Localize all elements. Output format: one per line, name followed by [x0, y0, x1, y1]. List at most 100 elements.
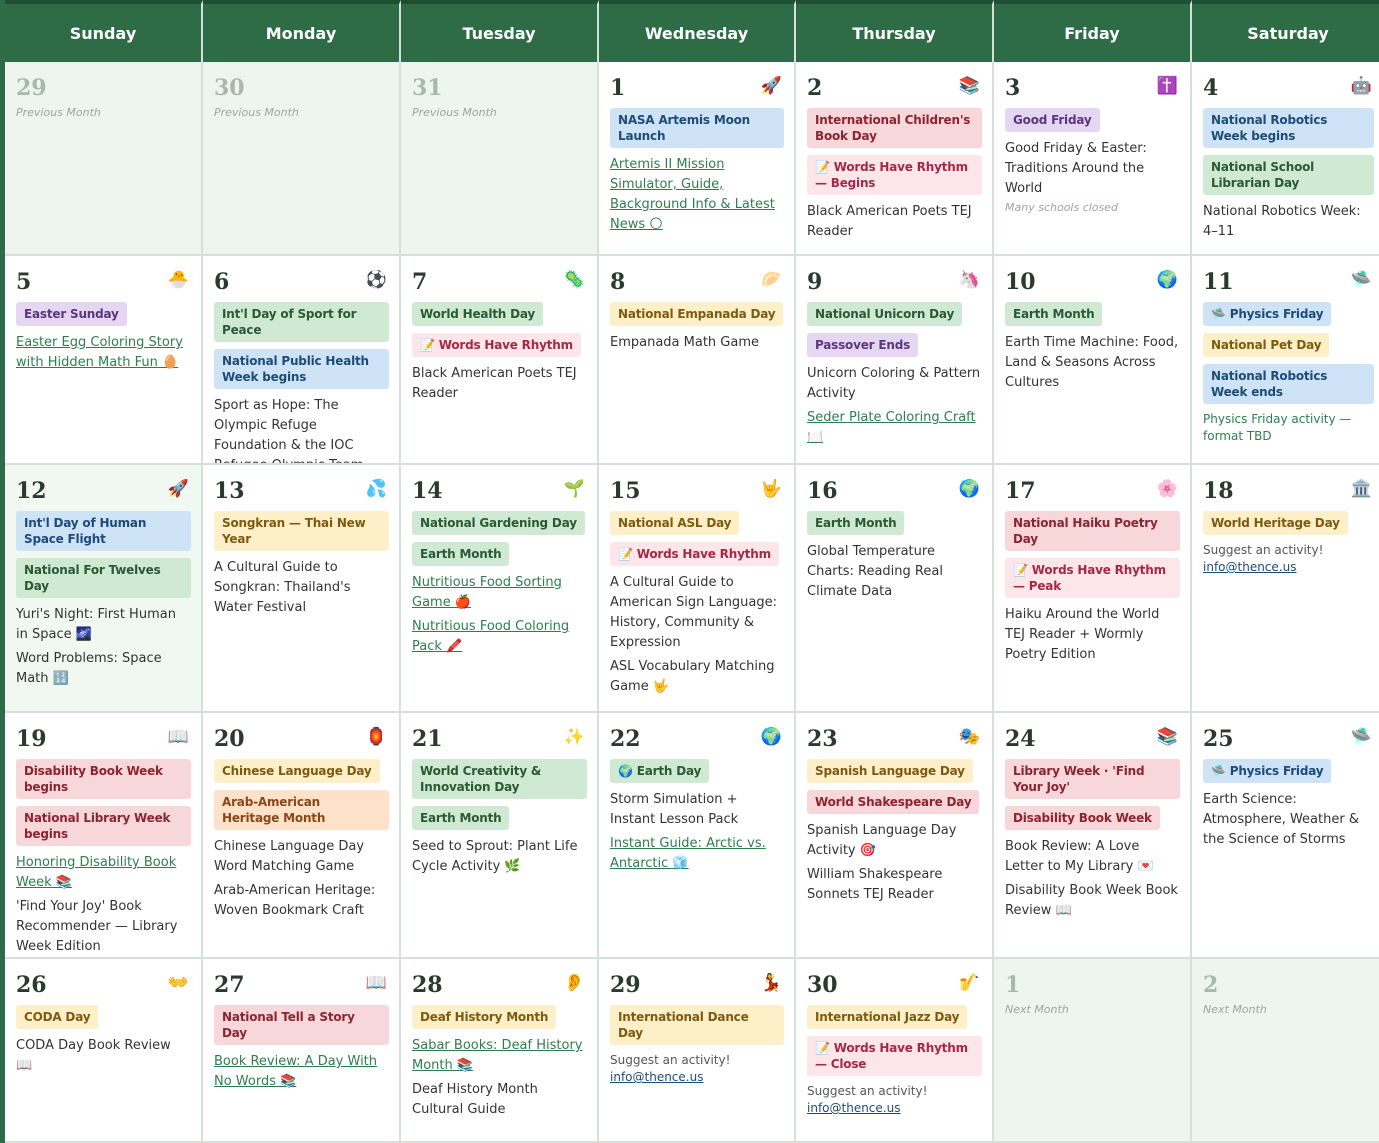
- day-number: 28: [412, 972, 443, 998]
- globe-icon: 🌍: [958, 479, 980, 499]
- day-cell-28: 28 👂 Deaf History Month Sabar Books: Dea…: [401, 959, 599, 1143]
- day-cell-14: 14 🌱 National Gardening Day Earth Month …: [401, 465, 599, 713]
- day-cell-7: 7 🦠 World Health Day 📝 Words Have Rhythm…: [401, 256, 599, 465]
- event-tag[interactable]: Int'l Day of Sport for Peace: [214, 302, 389, 342]
- event-tag[interactable]: World Heritage Day: [1203, 511, 1348, 535]
- day-number: 19: [16, 726, 47, 752]
- event-tag[interactable]: National ASL Day: [610, 511, 740, 535]
- header-thursday: Thursday: [796, 0, 994, 62]
- event-tag[interactable]: Earth Month: [807, 511, 905, 535]
- activity-link[interactable]: Book Review: A Day With No Words 📚: [214, 1052, 389, 1092]
- day-cell-17: 17 🌸 National Haiku Poetry Day 📝 Words H…: [994, 465, 1192, 713]
- event-tag[interactable]: National Library Week begins: [16, 806, 191, 846]
- classical-building-icon: 🏛️: [1350, 479, 1372, 499]
- event-tag[interactable]: Int'l Day of Human Space Flight: [16, 511, 191, 551]
- activity-link[interactable]: Nutritious Food Coloring Pack 🖍️: [412, 617, 587, 657]
- event-tag[interactable]: 📝 Words Have Rhythm — Close: [807, 1036, 982, 1076]
- day-cell-19: 19 📖 Disability Book Week begins Nationa…: [5, 713, 203, 959]
- day-cell-1: 1 🚀 NASA Artemis Moon Launch Artemis II …: [599, 62, 796, 256]
- event-tag[interactable]: National Robotics Week ends: [1203, 364, 1374, 404]
- activity-text: Black American Poets TEJ Reader: [412, 366, 577, 401]
- day-number: 16: [807, 478, 838, 504]
- activity-text: 'Find Your Joy' Book Recommender — Libra…: [16, 899, 178, 954]
- event-tag[interactable]: World Health Day: [412, 302, 544, 326]
- event-tag[interactable]: Library Week · 'Find Your Joy': [1005, 759, 1180, 799]
- event-tag[interactable]: Deaf History Month: [412, 1005, 557, 1029]
- day-cell-next-2: 2 Next Month: [1192, 959, 1379, 1143]
- day-cell-18: 18 🏛️ World Heritage Day Suggest an acti…: [1192, 465, 1379, 713]
- event-tag[interactable]: 📝 Words Have Rhythm: [412, 333, 581, 357]
- event-tag[interactable]: International Children's Book Day: [807, 108, 982, 148]
- header-sunday: Sunday: [5, 0, 203, 62]
- activity-text: Yuri's Night: First Human in Space 🌌: [16, 607, 176, 642]
- books-icon: 📚: [1156, 727, 1178, 747]
- sparkles-icon: ✨: [563, 727, 585, 747]
- event-tag[interactable]: Spanish Language Day: [807, 759, 973, 783]
- day-cell-4: 4 🤖 National Robotics Week begins Nation…: [1192, 62, 1379, 256]
- day-number: 23: [807, 726, 838, 752]
- day-number: 30: [214, 75, 245, 101]
- flying-saucer-icon: 🛸: [1350, 270, 1372, 290]
- event-tag[interactable]: National Unicorn Day: [807, 302, 963, 326]
- day-cell-16: 16 🌍 Earth Month Global Temperature Char…: [796, 465, 994, 713]
- header-saturday: Saturday: [1192, 0, 1379, 62]
- activity-link[interactable]: Artemis II Mission Simulator, Guide, Bac…: [610, 155, 784, 235]
- event-tag[interactable]: International Dance Day: [610, 1005, 784, 1045]
- event-tag[interactable]: NASA Artemis Moon Launch: [610, 108, 784, 148]
- header-friday: Friday: [994, 0, 1192, 62]
- event-tag[interactable]: Arab-American Heritage Month: [214, 790, 389, 830]
- suggest-email-link[interactable]: info@thence.us: [610, 1070, 703, 1084]
- activity-text: Chinese Language Day Word Matching Game: [214, 839, 365, 874]
- event-tag[interactable]: CODA Day: [16, 1005, 99, 1029]
- event-tag[interactable]: Disability Book Week begins: [16, 759, 191, 799]
- cherry-blossom-icon: 🌸: [1156, 479, 1178, 499]
- event-tag[interactable]: 📝 Words Have Rhythm — Begins: [807, 155, 982, 195]
- activity-link[interactable]: Sabar Books: Deaf History Month 📚: [412, 1036, 587, 1076]
- event-tag[interactable]: World Shakespeare Day: [807, 790, 980, 814]
- event-tag[interactable]: 🛸 Physics Friday: [1203, 302, 1332, 326]
- event-tag[interactable]: National Public Health Week begins: [214, 349, 389, 389]
- event-tag[interactable]: 📝 Words Have Rhythm — Peak: [1005, 558, 1180, 598]
- dumpling-icon: 🥟: [760, 270, 782, 290]
- activity-link[interactable]: Instant Guide: Arctic vs. Antarctic 🧊: [610, 834, 784, 874]
- event-tag[interactable]: 🌍 Earth Day: [610, 759, 710, 783]
- event-tag[interactable]: National Robotics Week begins: [1203, 108, 1374, 148]
- event-tag[interactable]: National Haiku Poetry Day: [1005, 511, 1180, 551]
- theater-masks-icon: 🎭: [958, 727, 980, 747]
- event-tag[interactable]: 📝 Words Have Rhythm: [610, 542, 779, 566]
- event-tag[interactable]: 🛸 Physics Friday: [1203, 759, 1332, 783]
- activity-link[interactable]: Honoring Disability Book Week 📚: [16, 853, 191, 893]
- event-tag[interactable]: National Empanada Day: [610, 302, 784, 326]
- event-tag[interactable]: National For Twelves Day: [16, 558, 191, 598]
- next-month-label: Next Month: [1005, 1003, 1069, 1016]
- event-tag[interactable]: Songkran — Thai New Year: [214, 511, 389, 551]
- open-book-icon: 📖: [167, 727, 189, 747]
- activity-text: Deaf History Month Cultural Guide: [412, 1082, 538, 1117]
- event-tag[interactable]: Earth Month: [412, 806, 510, 830]
- day-number: 25: [1203, 726, 1234, 752]
- event-tag[interactable]: National Gardening Day: [412, 511, 585, 535]
- activity-text: Black American Poets TEJ Reader: [807, 204, 972, 239]
- activity-link[interactable]: Nutritious Food Sorting Game 🍎: [412, 573, 587, 613]
- suggest-email-link[interactable]: info@thence.us: [807, 1101, 900, 1115]
- event-tag[interactable]: International Jazz Day: [807, 1005, 968, 1029]
- day-number: 15: [610, 478, 641, 504]
- activity-link[interactable]: Easter Egg Coloring Story with Hidden Ma…: [16, 333, 191, 373]
- event-tag[interactable]: Earth Month: [412, 542, 510, 566]
- event-tag[interactable]: Easter Sunday: [16, 302, 127, 326]
- suggest-email-link[interactable]: info@thence.us: [1203, 560, 1296, 574]
- day-cell-13: 13 💦 Songkran — Thai New Year A Cultural…: [203, 465, 401, 713]
- event-tag[interactable]: Disability Book Week: [1005, 806, 1160, 830]
- event-tag[interactable]: National Tell a Story Day: [214, 1005, 389, 1045]
- event-tag[interactable]: National Pet Day: [1203, 333, 1330, 357]
- day-number: 9: [807, 269, 823, 295]
- event-tag[interactable]: Good Friday: [1005, 108, 1100, 132]
- event-tag[interactable]: Passover Ends: [807, 333, 919, 357]
- event-tag[interactable]: Earth Month: [1005, 302, 1103, 326]
- event-tag[interactable]: World Creativity & Innovation Day: [412, 759, 587, 799]
- activity-text: Spanish Language Day Activity 🎯: [807, 823, 957, 858]
- event-tag[interactable]: Chinese Language Day: [214, 759, 380, 783]
- activity-text: Sport as Hope: The Olympic Refuge Founda…: [214, 398, 363, 463]
- activity-link[interactable]: Seder Plate Coloring Craft 🍽️: [807, 408, 982, 448]
- event-tag[interactable]: National School Librarian Day: [1203, 155, 1374, 195]
